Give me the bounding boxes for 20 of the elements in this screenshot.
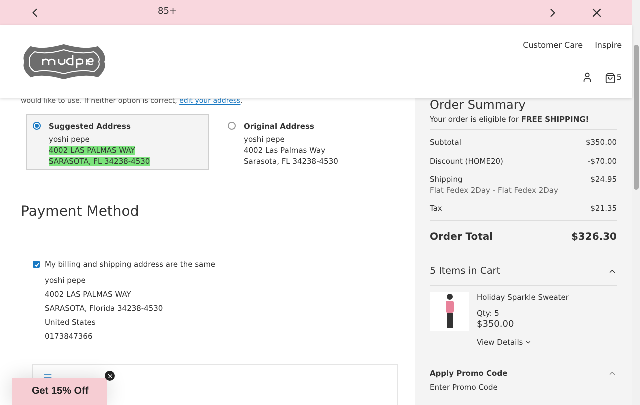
nav-link[interactable]: Inspire	[595, 40, 622, 52]
bag-icon[interactable]	[604, 72, 616, 84]
discount-popup[interactable]: Get 15% Off	[12, 378, 107, 405]
banner-text: 85+	[158, 6, 177, 19]
cart-count: 5	[616, 72, 622, 84]
radio-button[interactable]	[33, 122, 41, 130]
popup-text: Get 15% Off	[32, 385, 89, 399]
person-silhouette-icon	[444, 293, 454, 330]
total-value: $326.30	[571, 230, 617, 244]
radio-button[interactable]	[228, 122, 236, 130]
nav-link[interactable]: Customer Care	[523, 40, 584, 52]
popup-close-icon[interactable]	[105, 371, 115, 381]
product-price: $350.00	[477, 319, 516, 332]
total-label: Order Total	[430, 230, 494, 244]
summary-title: Order Summary	[430, 98, 527, 112]
chevron-down-icon	[525, 338, 532, 346]
account-icon[interactable]	[582, 72, 593, 83]
checkbox[interactable]	[33, 261, 40, 268]
section-title: Payment Method	[21, 203, 140, 222]
cart-toggle[interactable]: 5 Items in Cart	[430, 264, 617, 286]
